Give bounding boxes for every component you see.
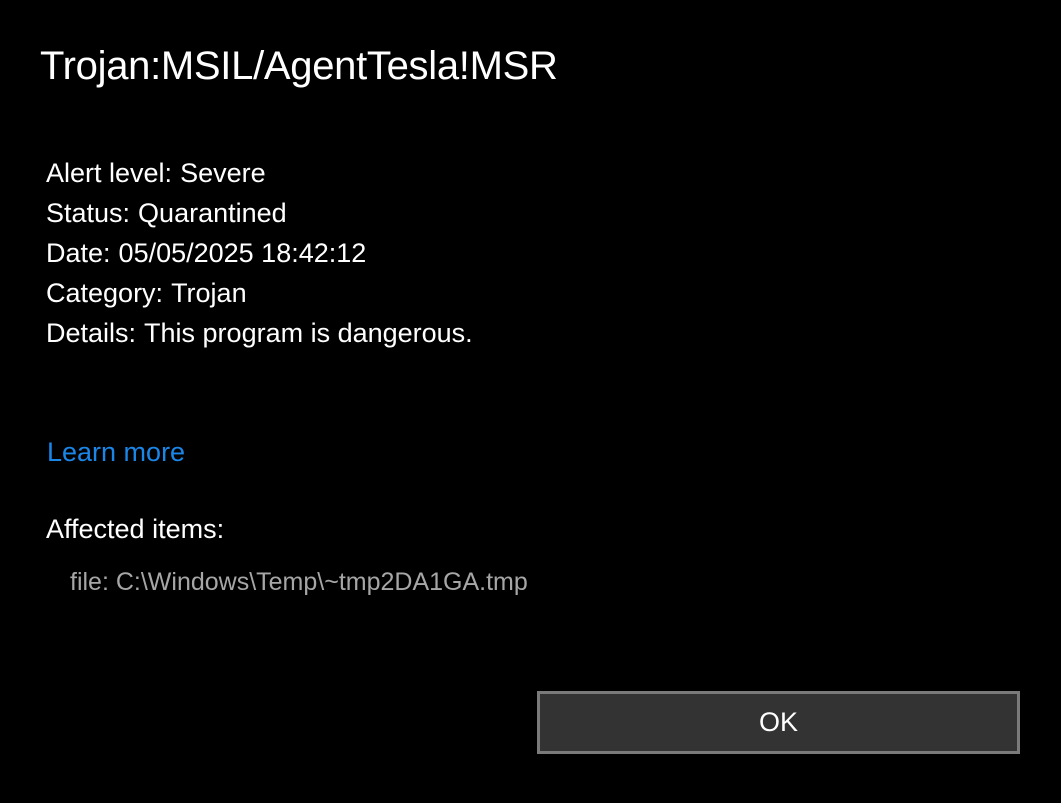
ok-button[interactable]: OK — [537, 691, 1020, 754]
detail-category: Category: Trojan — [46, 273, 473, 313]
detail-value: Trojan — [171, 278, 247, 308]
detail-date: Date: 05/05/2025 18:42:12 — [46, 233, 473, 273]
affected-items-heading: Affected items: — [46, 514, 225, 544]
affected-items-list: file: C:\Windows\Temp\~tmp2DA1GA.tmp — [70, 564, 528, 600]
threat-name-title: Trojan:MSIL/AgentTesla!MSR — [40, 44, 558, 88]
detail-value: 05/05/2025 18:42:12 — [118, 238, 367, 268]
detail-description: Details: This program is dangerous. — [46, 313, 473, 353]
detail-value: Severe — [180, 158, 266, 188]
detail-label: Alert level: — [46, 158, 173, 188]
learn-more-link[interactable]: Learn more — [47, 434, 185, 470]
detail-label: Details: — [46, 318, 137, 348]
threat-details-list: Alert level: Severe Status: Quarantined Da… — [46, 153, 473, 353]
detail-label: Date: — [46, 238, 111, 268]
threat-details-dialog: Trojan:MSIL/AgentTesla!MSR Alert level: S… — [0, 0, 1061, 803]
detail-label: Category: — [46, 278, 164, 308]
detail-alert-level: Alert level: Severe — [46, 153, 473, 193]
affected-item: file: C:\Windows\Temp\~tmp2DA1GA.tmp — [70, 568, 528, 596]
detail-value: Quarantined — [138, 198, 287, 228]
detail-status: Status: Quarantined — [46, 193, 473, 233]
detail-value: This program is dangerous. — [144, 318, 473, 348]
detail-label: Status: — [46, 198, 131, 228]
